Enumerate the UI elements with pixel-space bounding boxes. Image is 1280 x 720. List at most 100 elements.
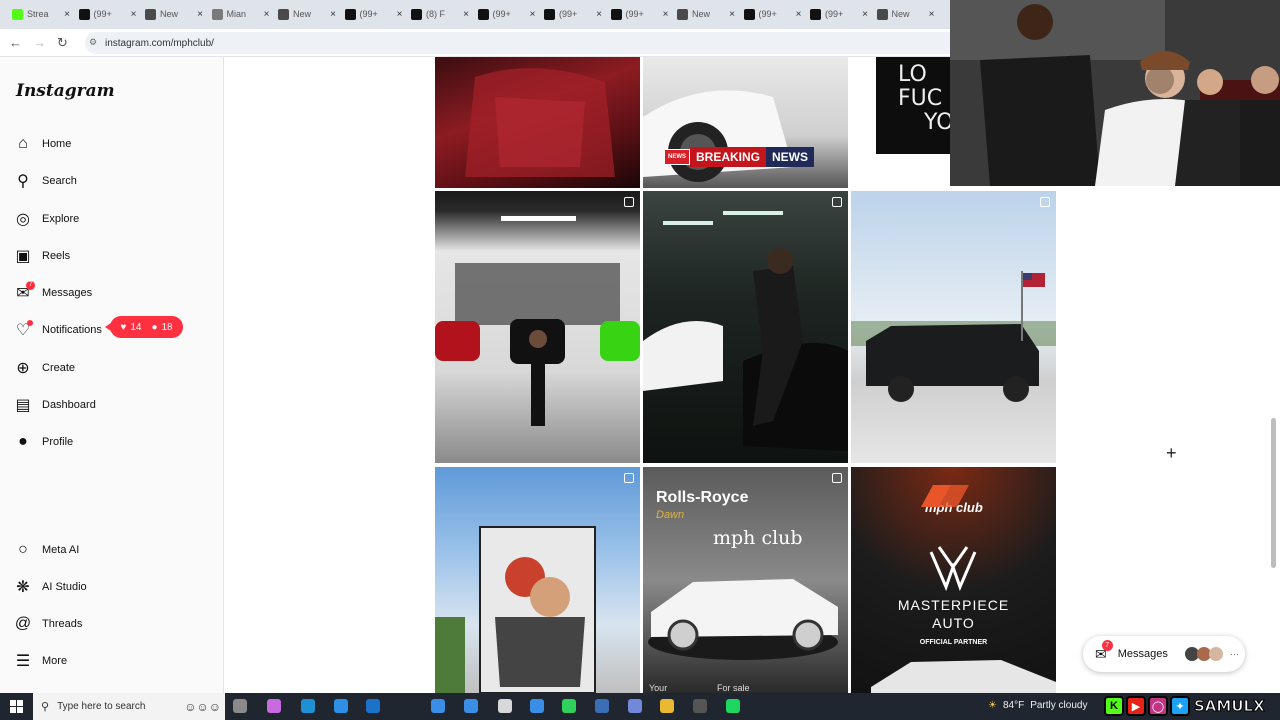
windows-start-icon[interactable]	[10, 700, 23, 713]
close-icon[interactable]: ×	[929, 9, 935, 20]
window-icon[interactable]	[431, 699, 445, 713]
sidebar-item-label: AI Studio	[42, 581, 87, 593]
gallery-image	[435, 216, 640, 426]
notification-followers-count: 18	[161, 321, 173, 333]
browser-tab[interactable]: (99+ ×	[607, 4, 673, 24]
emoji-icon: ☺☺☺	[184, 699, 221, 714]
discord-icon[interactable]	[628, 699, 642, 713]
sidebar-item-label: Dashboard	[42, 399, 96, 411]
copilot-icon[interactable]	[267, 699, 281, 713]
browser-tab[interactable]: Strea ×	[8, 4, 74, 24]
browser-tab[interactable]: (99+ ×	[341, 4, 407, 24]
sidebar-item-profile[interactable]: ● Profile	[14, 428, 210, 456]
post-tile[interactable]	[435, 57, 640, 188]
sidebar-item-create[interactable]: ⊕ Create	[14, 354, 210, 382]
taskbar-search[interactable]: ⚲ Type here to search ☺☺☺	[33, 693, 225, 720]
obs-icon[interactable]	[693, 699, 707, 713]
post-tile[interactable]	[851, 191, 1056, 463]
avatar	[1208, 647, 1223, 661]
url-field[interactable]: ⚙ instagram.com/mphclub/	[85, 32, 965, 54]
task-view-icon[interactable]	[233, 699, 247, 713]
sidebar-item-threads[interactable]: @ Threads	[14, 610, 210, 638]
post-tile[interactable]	[643, 191, 848, 463]
news-badge: NEWS	[664, 149, 690, 165]
reload-icon[interactable]: ↻	[57, 35, 68, 51]
sidebar-item-explore[interactable]: ◎ Explore	[14, 205, 210, 233]
sidebar-item-ai-studio[interactable]: ❋ AI Studio	[14, 573, 210, 601]
instagram-logo[interactable]: Instagram	[16, 81, 115, 101]
close-icon[interactable]: ×	[64, 9, 70, 20]
browser-tab[interactable]: New ×	[141, 4, 207, 24]
carousel-icon	[624, 473, 634, 483]
browser-tab[interactable]: (99+ ×	[474, 4, 540, 24]
sidebar-item-label: Reels	[42, 250, 71, 262]
post-tile[interactable]	[435, 191, 640, 463]
plus-square-icon: ⊕	[16, 360, 30, 377]
browser-tab[interactable]: New ×	[873, 4, 939, 24]
browser-tab[interactable]: New ×	[274, 4, 340, 24]
close-icon[interactable]: ×	[663, 9, 669, 20]
sidebar-item-messages[interactable]: ✉ 7 Messages	[14, 279, 210, 307]
sidebar-item-reels[interactable]: ▣ Reels	[14, 242, 210, 270]
browser-tab[interactable]: (8) F ×	[407, 4, 473, 24]
close-icon[interactable]: ×	[530, 9, 536, 20]
close-icon[interactable]: ×	[264, 9, 270, 20]
window-icon[interactable]	[530, 699, 544, 713]
post-tile[interactable]	[435, 467, 640, 693]
browser-tab-label: New	[891, 9, 910, 19]
suv-image	[851, 271, 1056, 402]
browser-tab[interactable]: New ×	[673, 4, 739, 24]
chrome-icon[interactable]	[660, 699, 674, 713]
weather-widget[interactable]: ☀ 84°F Partly cloudy	[988, 700, 1087, 711]
tiktok-icon	[477, 8, 489, 20]
close-icon[interactable]: ×	[330, 9, 336, 20]
carousel-icon	[832, 197, 842, 207]
browser-tab-label: (99+	[625, 9, 644, 19]
sidebar-item-home[interactable]: ⌂ Home	[14, 130, 210, 158]
browser-tab-label: Strea	[27, 9, 49, 19]
sidebar-item-more[interactable]: ☰ More	[14, 647, 210, 675]
browser-tab[interactable]: (99+ ×	[540, 4, 606, 24]
close-icon[interactable]: ×	[397, 9, 403, 20]
close-icon[interactable]: ×	[862, 9, 868, 20]
post-tile[interactable]: NEWS BREAKING NEWS	[643, 57, 848, 188]
site-info-icon[interactable]: ⚙	[89, 37, 97, 48]
file-icon[interactable]	[498, 699, 512, 713]
back-arrow-icon[interactable]: ←	[9, 35, 22, 50]
close-icon[interactable]: ×	[729, 9, 735, 20]
whatsapp-icon[interactable]	[562, 699, 576, 713]
search-icon: ⚲	[17, 173, 29, 190]
sidebar-item-meta-ai[interactable]: ○ Meta AI	[14, 536, 210, 564]
page-icon	[211, 8, 223, 20]
browser-tab-label: (99+	[559, 9, 578, 19]
browser-tab[interactable]: (99+ ×	[740, 4, 806, 24]
browser-tab[interactable]: (99+ ×	[75, 4, 141, 24]
post-tile[interactable]: Rolls-Royce Dawn mph club Your For sale	[643, 467, 848, 693]
reel-icon	[624, 197, 634, 207]
steam-icon[interactable]	[595, 699, 609, 713]
sidebar-item-dashboard[interactable]: ▤ Dashboard	[14, 391, 210, 419]
browser-tab[interactable]: (99+ ×	[806, 4, 872, 24]
code-icon[interactable]	[334, 699, 348, 713]
rolls-royce-car-image	[648, 579, 838, 660]
browser-tab-label: Mian	[226, 9, 247, 19]
sidebar-item-search[interactable]: ⚲ Search	[14, 167, 210, 195]
window-icon[interactable]	[464, 699, 478, 713]
edge-icon[interactable]	[301, 699, 315, 713]
post-tile[interactable]: mph club MASTERPIECE AUTO OFFICIAL PARTN…	[851, 467, 1056, 693]
spotify-icon[interactable]	[726, 699, 740, 713]
home-icon: ⌂	[18, 135, 28, 152]
browser-tab-label: (99+	[93, 9, 112, 19]
close-icon[interactable]: ×	[463, 9, 469, 20]
browser-tab[interactable]: Mian ×	[208, 4, 274, 24]
outlook-icon[interactable]	[366, 699, 380, 713]
notification-popup[interactable]: ♥ 14 ● 18	[105, 316, 183, 338]
close-icon[interactable]: ×	[596, 9, 602, 20]
close-icon[interactable]: ×	[796, 9, 802, 20]
avatar-icon: ●	[18, 433, 28, 450]
forward-arrow-icon[interactable]: →	[33, 35, 46, 50]
scrollbar-thumb[interactable]	[1271, 418, 1276, 568]
close-icon[interactable]: ×	[131, 9, 137, 20]
close-icon[interactable]: ×	[197, 9, 203, 20]
messages-floating-button[interactable]: ✉ 7 Messages ···	[1083, 636, 1245, 672]
